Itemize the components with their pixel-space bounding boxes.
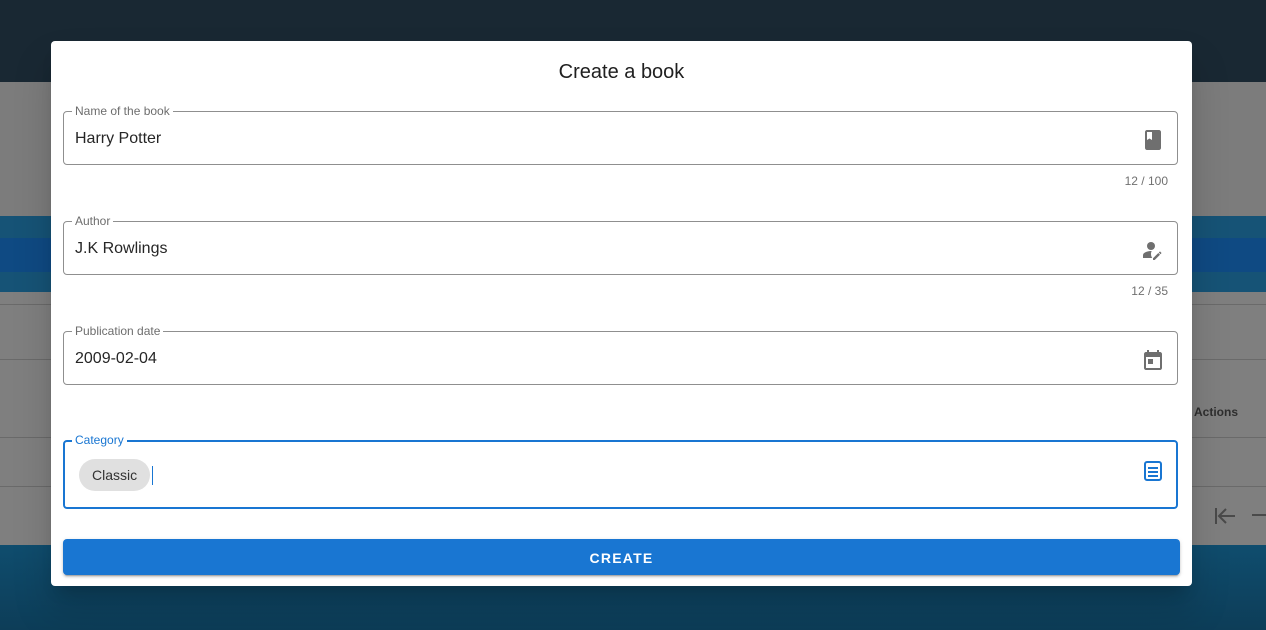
book-icon (1145, 130, 1161, 150)
category-field[interactable]: Category Classic (63, 433, 1178, 509)
previous-page-icon[interactable] (1252, 514, 1266, 516)
dialog-title: Create a book (558, 61, 685, 83)
category-chip[interactable]: Classic (79, 459, 151, 491)
create-button[interactable]: CREATE (63, 539, 1180, 575)
person-edit-icon (1143, 242, 1162, 260)
publication-date-input[interactable]: 2009-02-04 (75, 349, 157, 369)
category-label: Category (72, 433, 127, 447)
publication-date-label: Publication date (72, 324, 164, 338)
author-input[interactable]: J.K Rowlings (75, 239, 167, 259)
book-name-counter: 12 / 100 (1124, 174, 1168, 188)
first-page-icon[interactable] (1213, 505, 1237, 527)
author-label: Author (72, 214, 114, 228)
table-header-actions: Actions (1194, 405, 1239, 419)
book-name-input[interactable]: Harry Potter (75, 129, 161, 149)
text-cursor (152, 466, 153, 485)
author-counter: 12 / 35 (1131, 284, 1168, 298)
book-name-label: Name of the book (72, 104, 173, 118)
author-field[interactable]: Author J.K Rowlings (63, 214, 1178, 275)
create-book-dialog: Create a book Name of the book Harry Pot… (51, 41, 1192, 586)
book-name-field[interactable]: Name of the book Harry Potter (63, 104, 1178, 165)
category-list-icon (1144, 461, 1162, 481)
publication-date-field[interactable]: Publication date 2009-02-04 (63, 324, 1178, 385)
calendar-icon[interactable] (1141, 348, 1165, 372)
